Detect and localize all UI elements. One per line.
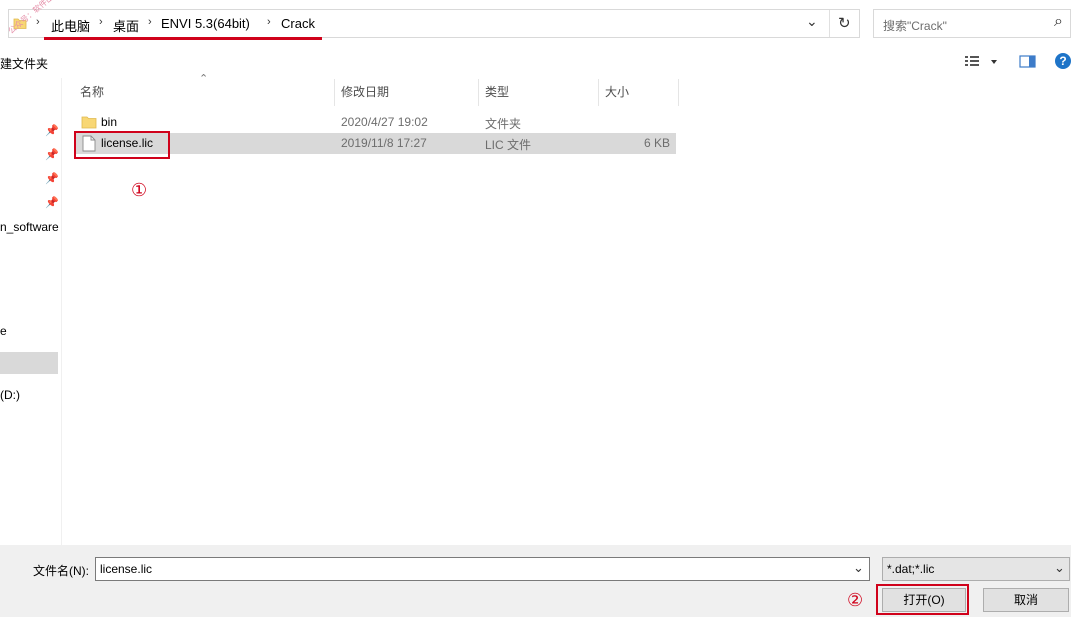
file-type: LIC 文件 — [485, 138, 532, 152]
search-box[interactable]: 搜索"Crack" ⌕ — [873, 9, 1071, 38]
chevron-down-icon[interactable]: ⌄ — [853, 560, 864, 576]
column-header-name[interactable]: 名称 — [80, 79, 334, 106]
filename-label: 文件名(N): — [33, 564, 89, 578]
file-row-bin[interactable]: bin 2020/4/27 19:02 文件夹 — [74, 112, 676, 133]
sidebar-item-drive-d[interactable]: (D:) — [0, 388, 20, 402]
chevron-down-icon[interactable]: ⌄ — [1054, 560, 1065, 576]
file-size: 6 KB — [644, 136, 671, 150]
file-modified: 2019/11/8 17:27 — [341, 136, 427, 150]
file-type: 文件夹 — [485, 117, 522, 131]
breadcrumb-this-pc[interactable]: 此电脑 — [51, 16, 90, 35]
breadcrumb-separator: › — [148, 16, 152, 28]
help-icon[interactable]: ? — [1055, 53, 1071, 69]
new-folder-button[interactable]: 建文件夹 — [0, 55, 48, 72]
sidebar-item-selected[interactable] — [0, 352, 58, 374]
column-header-modified[interactable]: 修改日期 — [341, 79, 478, 106]
pin-icon: 📌 — [45, 173, 59, 185]
breadcrumb-separator: › — [36, 16, 40, 28]
pin-icon: 📌 — [45, 125, 59, 137]
folder-icon — [81, 116, 97, 129]
file-type-value: *.dat;*.lic — [887, 562, 935, 576]
highlight-box-open — [876, 584, 969, 615]
sidebar-item[interactable]: e — [0, 324, 7, 338]
cancel-button[interactable]: 取消 — [983, 588, 1069, 612]
column-divider[interactable] — [478, 79, 479, 106]
filename-input[interactable]: license.lic ⌄ — [95, 557, 870, 581]
breadcrumb-separator: › — [99, 16, 103, 28]
search-input[interactable]: 搜索"Crack" — [883, 17, 947, 34]
chevron-down-icon[interactable]: ⌄ — [806, 13, 818, 30]
preview-pane-icon[interactable] — [1019, 55, 1037, 69]
pin-icon: 📌 — [45, 197, 59, 209]
breadcrumb-desktop[interactable]: 桌面 — [113, 16, 139, 35]
file-modified: 2020/4/27 19:02 — [341, 115, 428, 129]
search-icon[interactable]: ⌕ — [1054, 13, 1063, 31]
pin-icon: 📌 — [45, 149, 59, 161]
breadcrumb-envi[interactable]: ENVI 5.3(64bit) — [161, 16, 250, 31]
address-divider — [829, 10, 830, 37]
highlight-box-license — [74, 131, 170, 159]
breadcrumb-separator: › — [267, 16, 271, 28]
step-marker-1: ① — [131, 180, 148, 200]
view-options-icon[interactable] — [964, 55, 1000, 69]
refresh-icon[interactable]: ↻ — [838, 14, 851, 32]
sidebar-item-software[interactable]: n_software — [0, 220, 59, 234]
column-divider[interactable] — [678, 79, 679, 106]
column-divider[interactable] — [598, 79, 599, 106]
column-header-type[interactable]: 类型 — [485, 79, 598, 106]
address-bar[interactable]: › 此电脑 › 桌面 › ENVI 5.3(64bit) › Crack ⌄ ↻ — [8, 9, 860, 38]
column-divider[interactable] — [334, 79, 335, 106]
file-type-select[interactable]: *.dat;*.lic ⌄ — [882, 557, 1070, 581]
breadcrumb-crack[interactable]: Crack — [281, 16, 315, 31]
filename-value[interactable]: license.lic — [100, 562, 152, 576]
file-name: bin — [101, 115, 118, 129]
step-marker-2: ② — [847, 590, 864, 610]
breadcrumb-highlight — [44, 37, 322, 40]
column-header-size[interactable]: 大小 — [605, 79, 678, 106]
